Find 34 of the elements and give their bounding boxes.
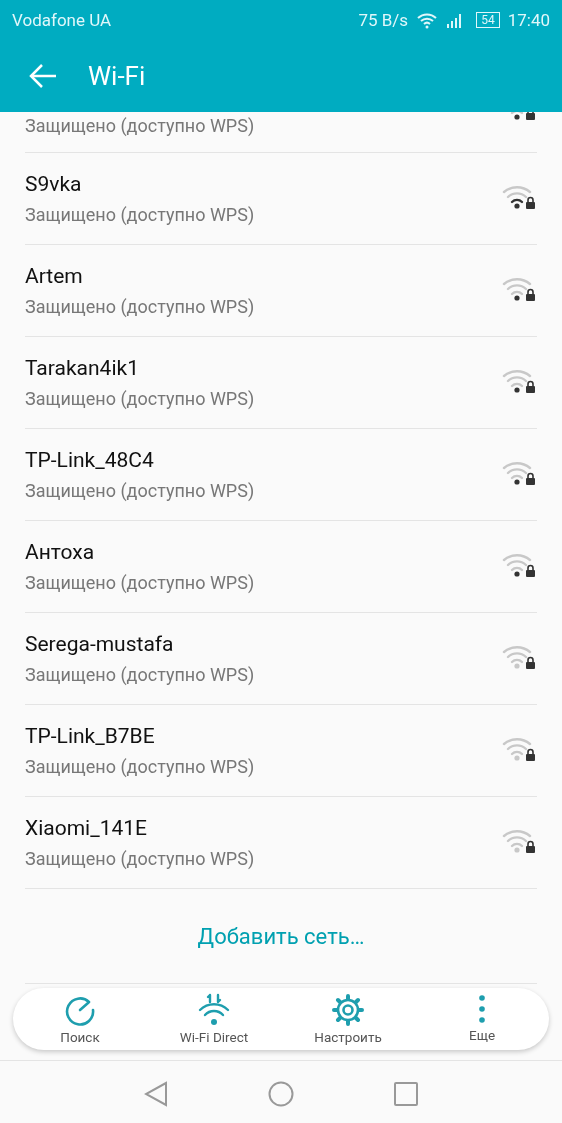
more-icon [479,995,485,1025]
carrier-name: Vodafone UA [12,10,112,30]
network-status: Защищено (доступно WPS) [25,115,256,136]
network-name[interactable]: Artem [25,264,501,288]
battery-icon: 54 [476,12,500,28]
network-name[interactable]: Антоха [25,540,501,564]
recents-icon[interactable] [394,1082,418,1106]
network-status: Защищено (доступно WPS) [25,848,256,869]
action-button[interactable]: Wi-Fi Direct [147,988,281,1050]
action-button[interactable]: Еще [415,988,549,1050]
network-status: Защищено (доступно WPS) [25,388,256,409]
action-button[interactable]: Настроить [281,988,415,1050]
network-name[interactable]: TP-Link_48C4 [25,448,501,472]
network-name[interactable]: Serega-mustafa [25,632,501,656]
network-status: Защищено (доступно WPS) [25,756,256,777]
back-icon[interactable] [144,1081,168,1107]
wifi-icon [416,11,439,29]
network-name[interactable]: Xiaomi_141E [25,816,501,840]
network-status: Защищено (доступно WPS) [25,480,256,501]
network-status: Защищено (доступно WPS) [25,296,256,317]
network-status: Защищено (доступно WPS) [25,572,256,593]
network-status: Защищено (доступно WPS) [25,204,256,225]
back-arrow-icon[interactable] [28,63,58,89]
network-speed: 75 B/s [358,10,409,30]
screen-title: Wi-Fi [88,61,146,91]
clock: 17:40 [507,10,550,30]
action-button[interactable]: Поиск [13,988,147,1050]
network-name[interactable]: S9vka [25,172,501,196]
network-name[interactable]: TP-Link_B7BE [25,724,501,748]
network-status: Защищено (доступно WPS) [25,664,256,685]
wifi-direct-icon [197,993,231,1027]
home-icon[interactable] [268,1081,294,1107]
settings-icon [331,993,365,1027]
network-name[interactable]: Tarakan4ik1 [25,356,501,380]
